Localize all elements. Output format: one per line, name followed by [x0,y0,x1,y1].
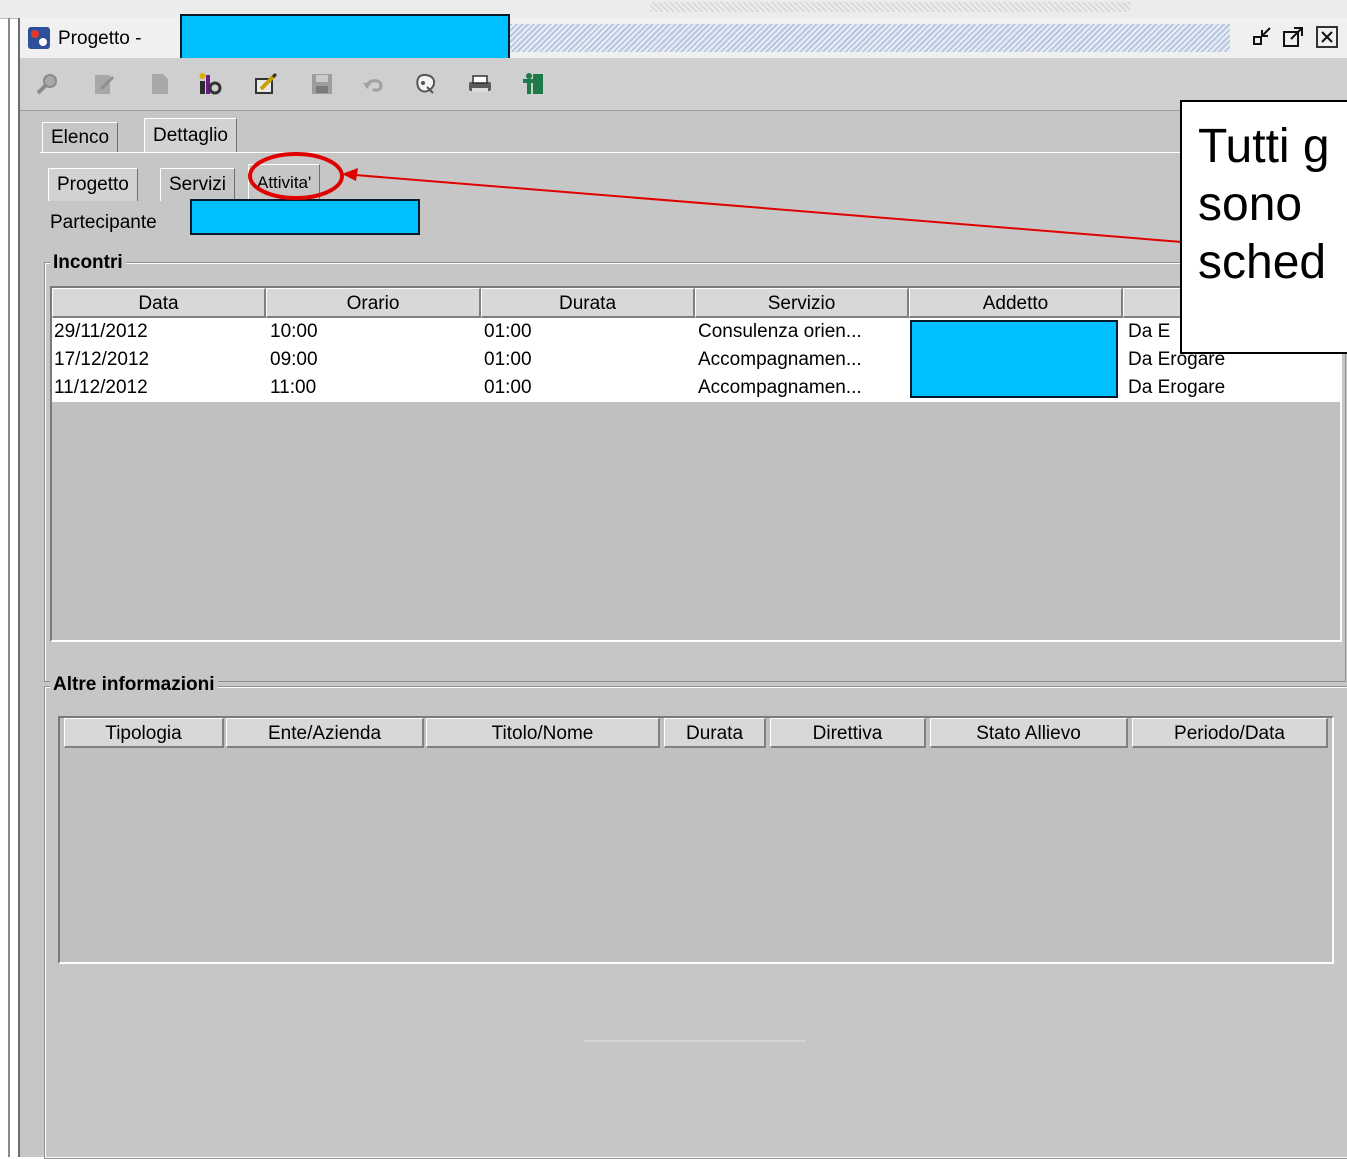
tab-elenco[interactable]: Elenco [42,122,119,153]
undo-icon[interactable] [360,70,388,98]
col-data[interactable]: Data [52,288,266,318]
cell-orario: 09:00 [270,349,318,370]
tab-progetto-label: Progetto [57,174,129,195]
edit-icon[interactable] [90,70,118,98]
table-row[interactable]: 17/12/2012 09:00 01:00 Accompagnamen... … [52,346,1340,374]
desktop-left-border [8,18,10,1157]
cell-durata: 01:00 [484,349,532,370]
cell-stato: Da Erogare [1128,377,1226,398]
tab-servizi-label: Servizi [169,174,227,195]
col-stato-allievo[interactable]: Stato Allievo [930,718,1128,748]
tab-dettaglio-label: Dettaglio [153,125,228,146]
app-icon [28,27,50,49]
tab-strip-line [40,152,1347,153]
callout-line-2: sono [1198,178,1303,231]
print-icon[interactable] [466,70,494,98]
exit-icon[interactable] [520,70,548,98]
redacted-title [180,14,510,62]
tab-attivita-label: Attivita' [257,173,312,192]
cell-data: 29/11/2012 [54,321,148,342]
col-addetto[interactable]: Addetto [909,288,1123,318]
col-titolo-nome[interactable]: Titolo/Nome [426,718,660,748]
cell-data: 11/12/2012 [54,377,148,398]
tab-servizi[interactable]: Servizi [160,168,236,201]
table-row[interactable]: 11/12/2012 11:00 01:00 Accompagnamen... … [52,374,1340,402]
new-document-icon[interactable] [146,70,174,98]
tab-dettaglio[interactable]: Dettaglio [144,118,237,153]
partecipante-value-redacted [190,199,420,235]
col-ente-azienda[interactable]: Ente/Azienda [226,718,424,748]
title-bar[interactable]: Progetto - [20,14,1347,62]
search-icon[interactable] [34,70,62,98]
title-bar-pattern [510,24,1230,52]
cell-durata: 01:00 [484,377,532,398]
tab-progetto[interactable]: Progetto [48,168,138,201]
cell-servizio: Accompagnamen... [698,377,862,398]
partecipante-label: Partecipante [50,212,157,233]
info-icon[interactable] [196,70,224,98]
restore-icon[interactable] [1252,26,1274,48]
maximize-icon[interactable] [1282,26,1304,48]
save-icon[interactable] [308,70,336,98]
tab-elenco-label: Elenco [51,127,110,148]
col-periodo-data[interactable]: Periodo/Data [1132,718,1328,748]
callout-line-1: Tutti g [1198,120,1330,173]
help-icon[interactable] [412,70,440,98]
col-direttiva[interactable]: Direttiva [770,718,926,748]
cell-orario: 11:00 [270,377,317,398]
close-icon[interactable] [1316,26,1338,48]
cell-orario: 10:00 [270,321,318,342]
cell-durata: 01:00 [484,321,532,342]
col-durata[interactable]: Durata [481,288,695,318]
col-tipologia[interactable]: Tipologia [64,718,224,748]
toolbar [20,58,1347,111]
focus-indicator [584,1040,806,1042]
annotation-callout: Tutti g sono sched [1180,100,1347,354]
modify-icon[interactable] [252,70,280,98]
progetto-window: Progetto - Elenco Dettaglio Progetto Ser… [18,14,1347,1159]
col-durata[interactable]: Durata [664,718,766,748]
callout-line-3: sched [1198,236,1327,289]
incontri-table: Data Orario Durata Servizio Addetto 29/1… [50,286,1342,642]
incontri-title: Incontri [50,252,126,274]
addetto-redacted [910,320,1118,398]
col-servizio[interactable]: Servizio [695,288,909,318]
altre-informazioni-table: Tipologia Ente/Azienda Titolo/Nome Durat… [58,716,1334,964]
cell-servizio: Accompagnamen... [698,349,862,370]
col-orario[interactable]: Orario [266,288,481,318]
tab-attivita[interactable]: Attivita' [248,164,321,201]
cell-servizio: Consulenza orien... [698,321,862,342]
table-row[interactable]: 29/11/2012 10:00 01:00 Consulenza orien.… [52,318,1340,346]
altre-informazioni-title: Altre informazioni [50,674,218,696]
desktop-hatch [650,2,1130,12]
cell-data: 17/12/2012 [54,349,150,370]
window-title: Progetto - [58,28,142,49]
